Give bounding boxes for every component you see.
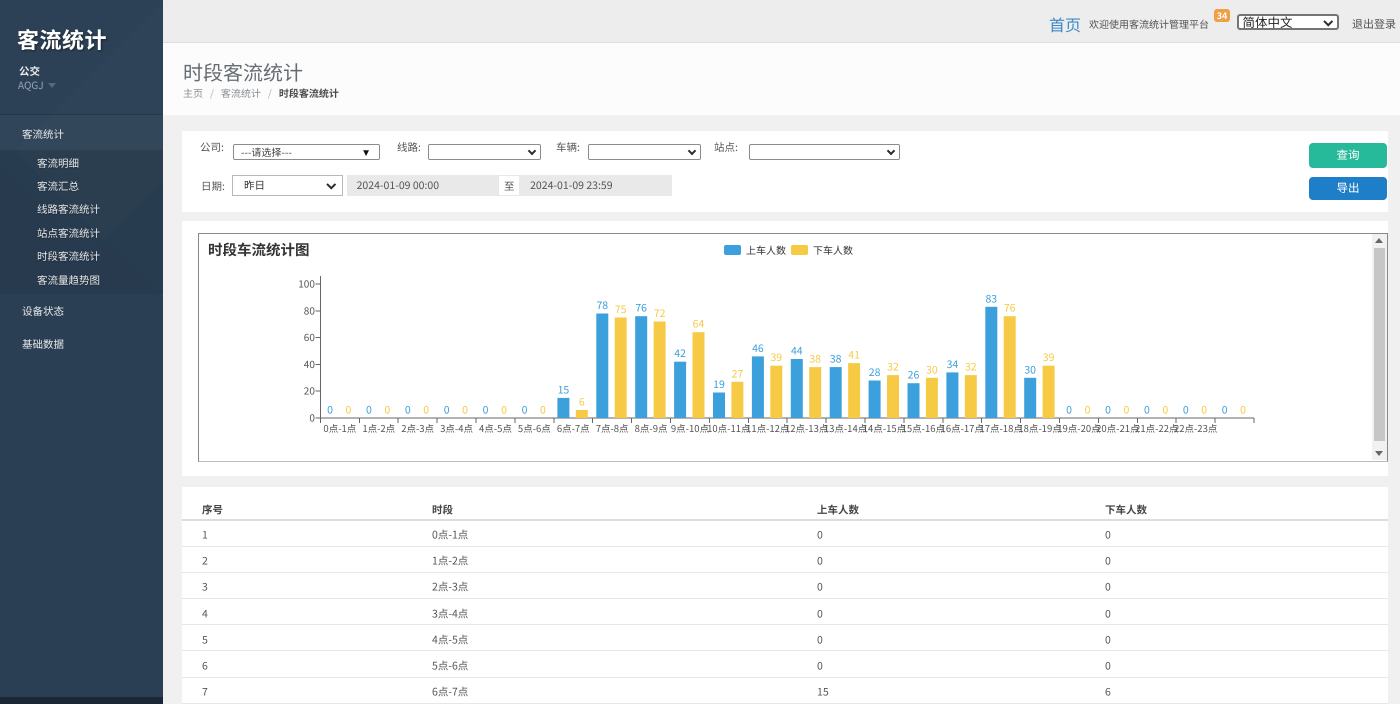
svg-text:9点-10点: 9点-10点: [670, 421, 709, 435]
svg-text:0: 0: [443, 403, 449, 418]
svg-text:72: 72: [653, 306, 665, 321]
svg-text:0: 0: [540, 403, 546, 418]
svg-text:46: 46: [752, 341, 764, 356]
svg-text:38: 38: [829, 352, 841, 367]
svg-text:0: 0: [1066, 403, 1072, 418]
svg-text:0: 0: [1084, 403, 1090, 418]
svg-text:12点-13点: 12点-13点: [785, 421, 829, 435]
svg-text:0: 0: [1221, 403, 1227, 418]
svg-text:80: 80: [303, 302, 315, 317]
svg-text:0: 0: [1105, 403, 1111, 418]
svg-text:0: 0: [327, 403, 333, 418]
svg-text:15点-16点: 15点-16点: [901, 421, 945, 435]
svg-text:39: 39: [1042, 350, 1054, 365]
svg-text:76: 76: [635, 301, 647, 316]
svg-text:15: 15: [557, 382, 569, 397]
svg-text:10点-11点: 10点-11点: [707, 421, 751, 435]
svg-text:20点-21点: 20点-21点: [1096, 421, 1140, 435]
svg-text:11点-12点: 11点-12点: [746, 421, 790, 435]
svg-text:22点-23点: 22点-23点: [1174, 421, 1218, 435]
svg-text:0: 0: [404, 403, 410, 418]
svg-text:30: 30: [926, 362, 938, 377]
svg-text:34: 34: [946, 357, 958, 372]
svg-text:28: 28: [868, 365, 880, 380]
svg-text:32: 32: [965, 360, 977, 375]
svg-text:2点-3点: 2点-3点: [401, 421, 434, 435]
svg-text:21点-22点: 21点-22点: [1135, 421, 1179, 435]
svg-text:75: 75: [614, 302, 626, 317]
svg-text:13点-14点: 13点-14点: [823, 421, 867, 435]
svg-text:0: 0: [309, 410, 315, 425]
svg-text:27: 27: [731, 366, 743, 381]
svg-text:26: 26: [907, 368, 919, 383]
svg-text:19: 19: [713, 377, 725, 392]
svg-text:6: 6: [578, 395, 584, 410]
svg-text:20: 20: [303, 383, 315, 398]
svg-text:0: 0: [384, 403, 390, 418]
svg-text:6点-7点: 6点-7点: [556, 421, 589, 435]
svg-text:0: 0: [1162, 403, 1168, 418]
svg-text:0: 0: [1123, 403, 1129, 418]
svg-text:1点-2点: 1点-2点: [362, 421, 395, 435]
svg-text:19点-20点: 19点-20点: [1057, 421, 1101, 435]
svg-text:41: 41: [848, 348, 860, 363]
svg-text:30: 30: [1024, 362, 1036, 377]
svg-text:60: 60: [303, 329, 315, 344]
svg-text:7点-8点: 7点-8点: [595, 421, 628, 435]
svg-text:0: 0: [366, 403, 372, 418]
svg-text:0: 0: [462, 403, 468, 418]
svg-text:78: 78: [596, 298, 608, 313]
svg-text:17点-18点: 17点-18点: [979, 421, 1023, 435]
svg-text:0点-1点: 0点-1点: [323, 421, 356, 435]
svg-text:0: 0: [1182, 403, 1188, 418]
svg-text:18点-19点: 18点-19点: [1018, 421, 1062, 435]
svg-text:0: 0: [482, 403, 488, 418]
svg-text:42: 42: [674, 346, 686, 361]
svg-text:0: 0: [345, 403, 351, 418]
svg-text:4点-5点: 4点-5点: [479, 421, 512, 435]
svg-text:44: 44: [791, 344, 803, 359]
svg-text:0: 0: [1201, 403, 1207, 418]
svg-text:5点-6点: 5点-6点: [518, 421, 551, 435]
svg-text:39: 39: [770, 350, 782, 365]
svg-text:40: 40: [303, 356, 315, 371]
svg-text:0: 0: [501, 403, 507, 418]
svg-text:83: 83: [985, 291, 997, 306]
svg-text:100: 100: [298, 276, 315, 291]
svg-text:64: 64: [692, 317, 704, 332]
svg-text:32: 32: [887, 360, 899, 375]
svg-text:14点-15点: 14点-15点: [862, 421, 906, 435]
svg-text:38: 38: [809, 352, 821, 367]
svg-text:3点-4点: 3点-4点: [440, 421, 473, 435]
svg-text:76: 76: [1003, 301, 1015, 316]
svg-text:0: 0: [423, 403, 429, 418]
svg-text:0: 0: [1240, 403, 1246, 418]
svg-text:8点-9点: 8点-9点: [634, 421, 667, 435]
svg-text:0: 0: [1144, 403, 1150, 418]
svg-text:0: 0: [521, 403, 527, 418]
svg-text:16点-17点: 16点-17点: [940, 421, 984, 435]
